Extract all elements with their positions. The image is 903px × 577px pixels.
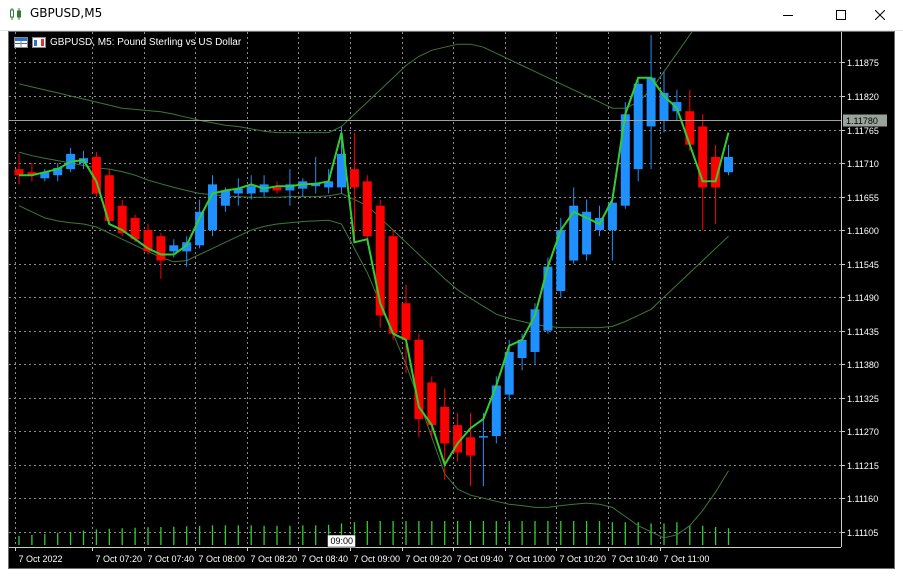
y-tick-label: 1.11710: [847, 159, 879, 169]
x-tick-label: 7 Oct 08:20: [251, 554, 298, 564]
y-tick-label: 1.11545: [847, 260, 879, 270]
x-tick-label: 7 Oct 09:20: [406, 554, 453, 564]
x-tick-label: 7 Oct 08:00: [199, 554, 246, 564]
y-tick-label: 1.11820: [847, 92, 879, 102]
x-tick-label: 7 Oct 10:00: [509, 554, 556, 564]
x-tick-label: 7 Oct 09:00: [354, 554, 401, 564]
y-tick-label: 1.11105: [847, 528, 878, 538]
symbol-description: GBPUSD, M5: Pound Sterling vs US Dollar: [50, 36, 242, 48]
candle-body-bear: [685, 111, 695, 145]
crosshair-time-label: 09:00: [331, 536, 354, 546]
candle-body-bear: [401, 303, 411, 340]
y-tick-label: 1.11380: [847, 360, 879, 370]
y-tick-label: 1.11325: [847, 394, 879, 404]
y-tick-label: 1.11160: [847, 494, 878, 504]
candle-body-bear: [698, 126, 708, 188]
y-tick-label: 1.11765: [847, 126, 879, 136]
candle-body-bear: [156, 236, 166, 261]
x-tick-label: 7 Oct 2022: [19, 554, 63, 564]
y-tick-label: 1.11875: [847, 58, 879, 68]
candle-body-bull: [220, 190, 230, 206]
candle-body-bear: [272, 187, 282, 191]
candle-body-bull: [646, 77, 656, 127]
y-tick-label: 1.11435: [847, 327, 879, 337]
y-tick-label: 1.11600: [847, 226, 879, 236]
x-tick-label: 7 Oct 08:40: [302, 554, 349, 564]
candle-body-bull: [517, 339, 527, 359]
candle-body-bear: [362, 181, 372, 237]
candle-body-bull: [478, 436, 488, 438]
minimize-icon: [783, 15, 793, 16]
x-tick-label: 7 Oct 10:20: [560, 554, 607, 564]
candle-body-bull: [633, 83, 643, 170]
current-price-label: 1.11780: [846, 116, 878, 126]
candle-body-bear: [427, 382, 437, 426]
candle-body-bull: [169, 245, 179, 252]
close-icon: [875, 10, 885, 20]
y-tick-label: 1.11270: [847, 427, 879, 437]
candle-body-bear: [349, 169, 359, 188]
x-tick-label: 7 Oct 07:40: [148, 554, 195, 564]
candle-body-bull: [620, 114, 630, 206]
one-click-trading-icon[interactable]: [32, 36, 46, 48]
candlestick-chart-icon: [10, 8, 21, 20]
window-titlebar[interactable]: GBPUSD,M5: [0, 0, 903, 31]
candle-body-bear: [388, 236, 398, 334]
chart-window[interactable]: 1.11875 1.11820 1.11765 1.11710 1.11655 1.116…: [8, 31, 895, 569]
minimize-button[interactable]: [765, 0, 811, 30]
candle-body-bull: [246, 186, 256, 194]
x-tick-label: 7 Oct 11:00: [664, 554, 710, 564]
y-tick-label: 1.11655: [847, 193, 879, 203]
y-tick-label: 1.11490: [847, 293, 879, 303]
candlestick-chart[interactable]: 1.11875 1.11820 1.11765 1.11710 1.11655 1.116…: [9, 32, 894, 568]
chart-header: GBPUSD, M5: Pound Sterling vs US Dollar: [14, 35, 241, 49]
y-tick-label: 1.11215: [847, 461, 879, 471]
x-tick-label: 7 Oct 09:40: [457, 554, 504, 564]
maximize-icon: [836, 10, 846, 20]
trade-panel-icon[interactable]: [14, 36, 28, 48]
candle-body-bull: [724, 156, 733, 173]
candle-body-bull: [208, 184, 217, 231]
close-button[interactable]: [857, 0, 903, 30]
window-title: GBPUSD,M5: [30, 6, 103, 20]
candle-body-bear: [440, 406, 450, 444]
x-tick-label: 7 Oct 07:20: [96, 554, 143, 564]
chart-background: [9, 32, 894, 568]
x-tick-label: 7 Oct 10:40: [612, 554, 659, 564]
candle-body-bear: [466, 437, 475, 456]
